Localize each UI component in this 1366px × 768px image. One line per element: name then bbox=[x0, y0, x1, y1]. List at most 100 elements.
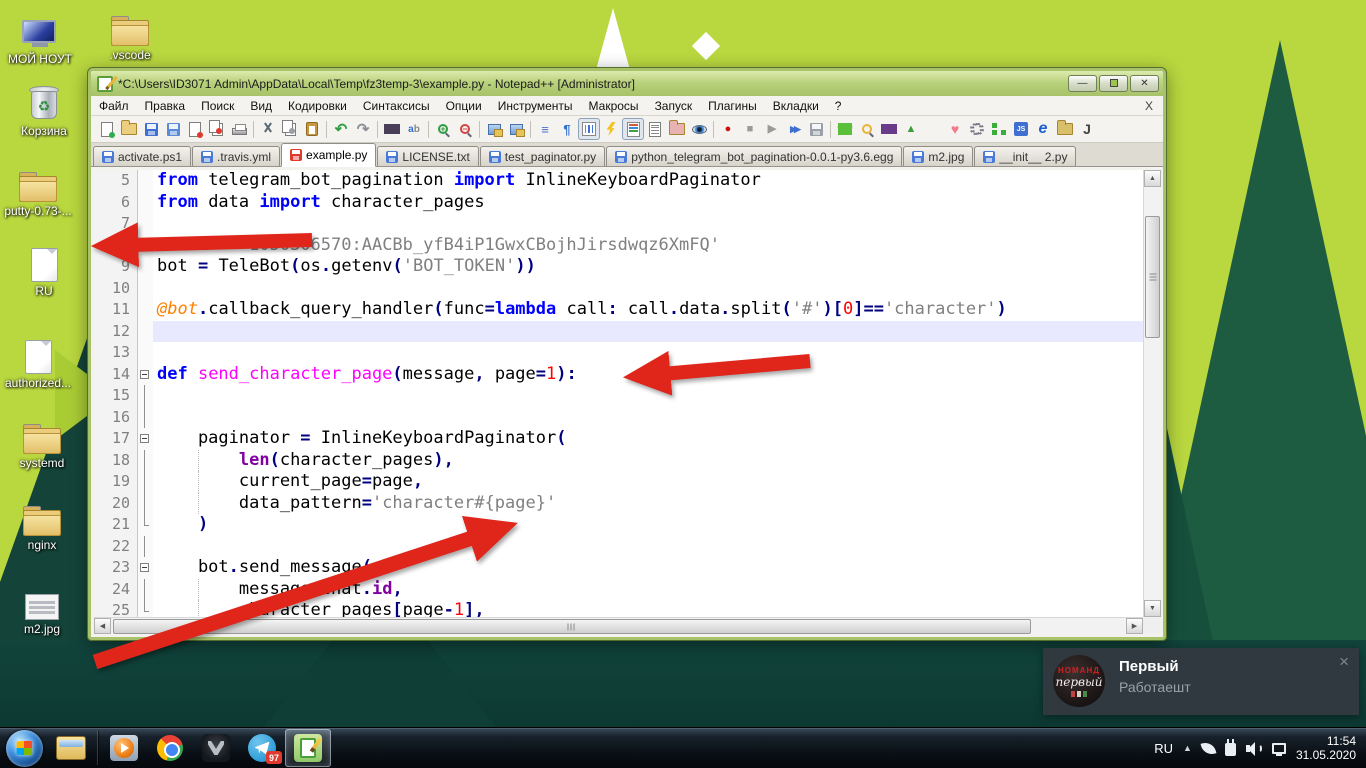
copy-icon[interactable] bbox=[279, 118, 301, 140]
taskbar-item-telegram[interactable]: 97 bbox=[239, 729, 285, 767]
desktop-icon-vscode-folder[interactable]: .vscode bbox=[92, 2, 168, 62]
sync-vertical-icon[interactable] bbox=[483, 118, 505, 140]
sync-horizontal-icon[interactable] bbox=[505, 118, 527, 140]
menu-item-Вкладки[interactable]: Вкладки bbox=[765, 97, 827, 115]
menu-item-Вид[interactable]: Вид bbox=[242, 97, 280, 115]
desktop-icon-recycle-bin[interactable]: ♻Корзина bbox=[6, 78, 82, 138]
print-icon[interactable] bbox=[228, 118, 250, 140]
code-editor[interactable]: 5from telegram_bot_pagination import Inl… bbox=[94, 170, 1160, 617]
fold-margin[interactable] bbox=[138, 471, 153, 493]
close-icon[interactable] bbox=[184, 118, 206, 140]
word-wrap-icon[interactable]: ≡ bbox=[534, 118, 556, 140]
taskbar-item-media-player[interactable] bbox=[101, 729, 147, 767]
power-tray-icon[interactable] bbox=[1225, 743, 1236, 756]
fold-margin[interactable] bbox=[138, 493, 153, 515]
desktop-icon-nginx-folder[interactable]: nginx bbox=[4, 492, 80, 552]
fold-margin[interactable] bbox=[138, 299, 153, 321]
menu-item-Макросы[interactable]: Макросы bbox=[581, 97, 647, 115]
tab-example.py[interactable]: example.py bbox=[281, 143, 376, 167]
undo-icon[interactable]: ↶ bbox=[330, 118, 352, 140]
volume-tray-icon[interactable] bbox=[1246, 742, 1262, 755]
j-plugin-icon[interactable]: Ј bbox=[1076, 118, 1098, 140]
fold-margin[interactable] bbox=[138, 192, 153, 214]
fold-margin[interactable] bbox=[138, 450, 153, 472]
vertical-scrollbar[interactable]: ▲ ▼ bbox=[1143, 170, 1160, 617]
menu-item-Синтаксисы[interactable]: Синтаксисы bbox=[355, 97, 438, 115]
menu-item-Поиск[interactable]: Поиск bbox=[193, 97, 242, 115]
compare-icon[interactable] bbox=[834, 118, 856, 140]
menu-item-Инструменты[interactable]: Инструменты bbox=[490, 97, 581, 115]
maximize-button[interactable] bbox=[1099, 75, 1128, 92]
taskbar-item-world-of-tanks[interactable] bbox=[193, 729, 239, 767]
function-list-icon[interactable] bbox=[644, 118, 666, 140]
fold-margin[interactable] bbox=[138, 256, 153, 278]
taskbar-item-chrome[interactable] bbox=[147, 729, 193, 767]
save-all-icon[interactable] bbox=[162, 118, 184, 140]
macro-play-icon[interactable]: ▶ bbox=[761, 118, 783, 140]
antivirus-tray-icon[interactable] bbox=[1200, 740, 1216, 756]
tab-.travis.yml[interactable]: .travis.yml bbox=[192, 146, 280, 166]
clock[interactable]: 11:54 31.05.2020 bbox=[1296, 734, 1356, 762]
fold-margin[interactable] bbox=[138, 385, 153, 407]
tab-python_telegram_bot_pagination-0.0.1-py3.6.egg[interactable]: python_telegram_bot_pagination-0.0.1-py3… bbox=[606, 146, 902, 166]
show-symbols-icon[interactable]: ¶ bbox=[556, 118, 578, 140]
title-bar[interactable]: *C:\Users\ID3071 Admin\AppData\Local\Tem… bbox=[91, 71, 1163, 96]
fold-margin[interactable] bbox=[138, 557, 153, 579]
desktop-icon-authorized-file[interactable]: authorized... bbox=[0, 330, 76, 390]
new-file-icon[interactable] bbox=[96, 118, 118, 140]
menu-item-Правка[interactable]: Правка bbox=[137, 97, 194, 115]
fold-margin[interactable] bbox=[138, 364, 153, 386]
menu-item-?[interactable]: ? bbox=[827, 97, 850, 115]
paste-icon[interactable] bbox=[301, 118, 323, 140]
js-icon[interactable]: JS bbox=[1010, 118, 1032, 140]
network-tray-icon[interactable] bbox=[1272, 743, 1286, 754]
scroll-up-button[interactable]: ▲ bbox=[1144, 170, 1161, 187]
start-button[interactable] bbox=[6, 730, 43, 767]
preview-icon[interactable] bbox=[922, 118, 944, 140]
blocks-icon[interactable] bbox=[988, 118, 1010, 140]
fold-collapse-icon[interactable] bbox=[140, 370, 149, 379]
horizontal-scroll-thumb[interactable] bbox=[113, 619, 1031, 634]
heart-icon[interactable]: ♥ bbox=[944, 118, 966, 140]
fold-margin[interactable] bbox=[138, 600, 153, 617]
shortcuts-icon[interactable] bbox=[600, 118, 622, 140]
fold-collapse-icon[interactable] bbox=[140, 434, 149, 443]
tab-test_paginator.py[interactable]: test_paginator.py bbox=[480, 146, 605, 166]
find-icon[interactable] bbox=[381, 118, 403, 140]
fold-margin[interactable] bbox=[138, 342, 153, 364]
tree-view-icon[interactable]: ▲ bbox=[900, 118, 922, 140]
vertical-scroll-thumb[interactable] bbox=[1145, 216, 1160, 338]
fold-margin[interactable] bbox=[138, 213, 153, 235]
doc-map-icon[interactable] bbox=[622, 118, 644, 140]
tab-activate.ps1[interactable]: activate.ps1 bbox=[93, 146, 191, 166]
scroll-right-button[interactable]: ▶ bbox=[1126, 618, 1143, 634]
char-panel-icon[interactable] bbox=[856, 118, 878, 140]
telegram-notification[interactable]: НОМАНД первый Первый Работаешт × bbox=[1043, 648, 1359, 715]
desktop-icon-putty-folder[interactable]: putty-0.73-... bbox=[0, 158, 76, 218]
binoculars-icon[interactable] bbox=[878, 118, 900, 140]
fold-collapse-icon[interactable] bbox=[140, 563, 149, 572]
tab-LICENSE.txt[interactable]: LICENSE.txt bbox=[377, 146, 478, 166]
menu-item-Файл[interactable]: Файл bbox=[91, 97, 137, 115]
menu-item-Запуск[interactable]: Запуск bbox=[647, 97, 701, 115]
macro-run-multi-icon[interactable]: ▶▶ bbox=[783, 118, 805, 140]
scroll-left-button[interactable]: ◀ bbox=[94, 618, 111, 634]
ie-icon[interactable]: e bbox=[1032, 118, 1054, 140]
fold-margin[interactable] bbox=[138, 579, 153, 601]
indent-guide-icon[interactable] bbox=[578, 118, 600, 140]
cut-icon[interactable] bbox=[257, 118, 279, 140]
horizontal-scrollbar[interactable]: ◀ ▶ bbox=[94, 617, 1143, 634]
notification-close-icon[interactable]: × bbox=[1329, 648, 1359, 676]
macro-save-icon[interactable] bbox=[805, 118, 827, 140]
gears-icon[interactable] bbox=[966, 118, 988, 140]
taskbar-item-explorer[interactable] bbox=[48, 729, 94, 767]
redo-icon[interactable]: ↷ bbox=[352, 118, 374, 140]
fold-margin[interactable] bbox=[138, 278, 153, 300]
doc-find-icon[interactable] bbox=[1098, 118, 1120, 140]
fold-margin[interactable] bbox=[138, 514, 153, 536]
show-hidden-icons-chevron[interactable]: ▲ bbox=[1183, 743, 1192, 753]
fold-margin[interactable] bbox=[138, 428, 153, 450]
close-all-icon[interactable] bbox=[206, 118, 228, 140]
save-icon[interactable] bbox=[140, 118, 162, 140]
menu-close-button[interactable]: X bbox=[1135, 99, 1163, 113]
